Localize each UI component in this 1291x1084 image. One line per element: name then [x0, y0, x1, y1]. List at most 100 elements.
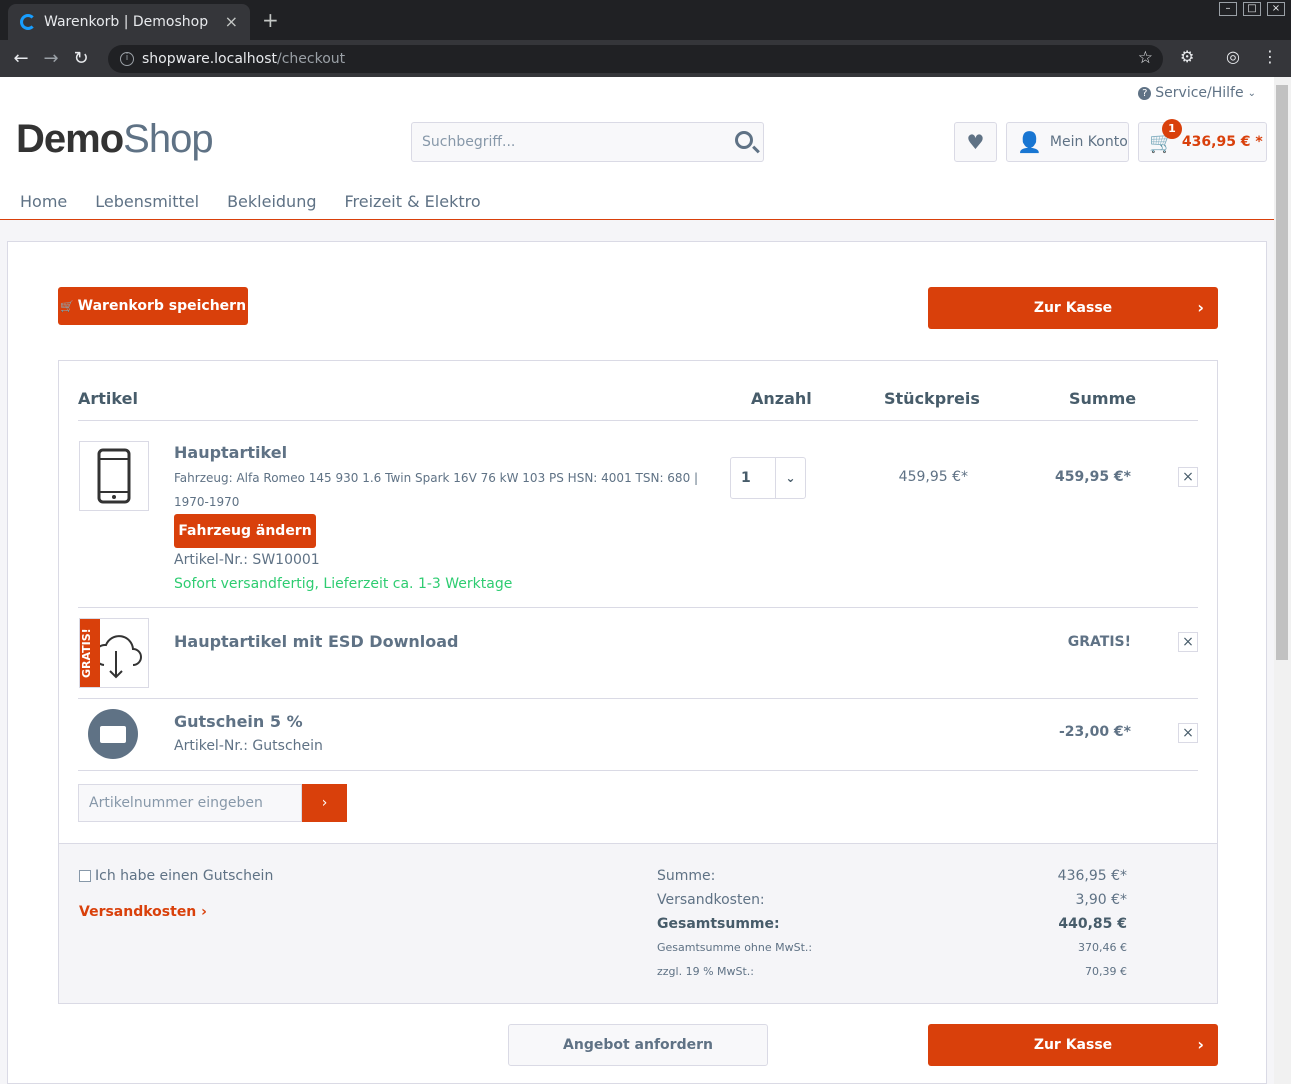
total-row: Summe: 436,95 €*	[657, 868, 1127, 884]
voucher-label: Ich habe einen Gutschein	[95, 868, 274, 884]
cart-footer: Ich habe einen Gutschein Versandkosten ›…	[59, 843, 1217, 1003]
account-button[interactable]: 👤 Mein Konto	[1006, 122, 1129, 162]
request-offer-label: Angebot anfordern	[563, 1037, 713, 1053]
remove-item-icon[interactable]: ×	[1178, 632, 1198, 652]
close-window-icon[interactable]: ×	[1267, 2, 1285, 16]
quantity-select[interactable]: 1 ⌄	[730, 457, 806, 499]
menu-dots-icon[interactable]: ⋮	[1262, 47, 1278, 66]
total-label: Summe:	[657, 868, 716, 884]
delivery-status: Sofort versandfertig, Lieferzeit ca. 1-3…	[174, 576, 513, 592]
shipping-costs-link[interactable]: Versandkosten ›	[79, 904, 207, 920]
item-sum: GRATIS!	[1067, 634, 1131, 650]
scrollbar-thumb[interactable]	[1276, 85, 1288, 660]
scrollbar[interactable]	[1274, 77, 1291, 1084]
item-sum: 459,95 €*	[1055, 469, 1131, 485]
shop-logo[interactable]: DemoShop	[16, 117, 214, 162]
save-cart-label: Warenkorb speichern	[77, 298, 247, 314]
voucher-checkbox[interactable]: Ich habe einen Gutschein	[79, 868, 273, 884]
browser-tab[interactable]: Warenkorb | Demoshop ×	[8, 4, 250, 40]
heart-icon: ♥	[966, 130, 985, 154]
nav-freizeit-elektro[interactable]: Freizeit & Elektro	[345, 192, 481, 211]
cart-button[interactable]: 🛒 436,95 € *	[1138, 122, 1267, 162]
col-price: Stückpreis	[884, 389, 980, 408]
reload-icon[interactable]: ↻	[66, 48, 96, 69]
item-title: Gutschein 5 %	[174, 712, 303, 731]
cart-small-icon: 🛒	[59, 299, 74, 313]
account-label: Mein Konto	[1049, 134, 1128, 150]
maximize-icon[interactable]: □	[1243, 2, 1261, 16]
remove-item-icon[interactable]: ×	[1178, 467, 1198, 487]
bookmark-star-icon[interactable]: ☆	[1138, 48, 1153, 68]
help-icon: ?	[1138, 86, 1152, 100]
url-host: shopware.localhost	[142, 51, 278, 67]
quantity-value: 1	[741, 470, 751, 486]
wishlist-button[interactable]: ♥	[954, 122, 997, 162]
checkout-button-top[interactable]: Zur Kasse ›	[928, 287, 1218, 329]
total-label: zzgl. 19 % MwSt.:	[657, 965, 755, 978]
chevron-down-icon: ⌄	[775, 458, 805, 498]
total-value: 440,85 €	[1058, 916, 1127, 932]
window-controls: – □ ×	[1219, 2, 1285, 16]
total-label: Versandkosten:	[657, 892, 765, 908]
add-article-button[interactable]: ›	[302, 784, 347, 822]
cart-count-badge: 1	[1162, 119, 1182, 139]
item-vehicle-years: 1970-1970	[174, 495, 240, 509]
nav-bekleidung[interactable]: Bekleidung	[227, 192, 316, 211]
change-vehicle-button[interactable]: Fahrzeug ändern	[174, 514, 316, 548]
checkout-button-bottom[interactable]: Zur Kasse ›	[928, 1024, 1218, 1066]
checkbox[interactable]	[79, 870, 91, 882]
total-value: 3,90 €*	[1075, 892, 1127, 908]
table-header: Artikel Anzahl Stückpreis Summe	[78, 389, 1198, 421]
col-sum: Summe	[1069, 389, 1137, 408]
site-info-icon[interactable]: i	[120, 52, 134, 66]
logo-demo: Demo	[16, 117, 124, 161]
extension-gear-icon[interactable]: ⚙	[1180, 47, 1194, 66]
logo-shop: Shop	[123, 117, 213, 161]
new-tab-icon[interactable]: +	[262, 8, 279, 32]
page: ? Service/Hilfe ⌄ DemoShop Suchbegriff... …	[0, 77, 1274, 1084]
article-number-placeholder: Artikelnummer eingeben	[89, 795, 263, 811]
shopware-favicon-icon	[20, 14, 36, 30]
total-label: Gesamtsumme ohne MwSt.:	[657, 941, 813, 954]
incognito-icon[interactable]: ◎	[1226, 47, 1240, 66]
browser-toolbar: ← → ↻ i shopware.localhost/checkout ☆	[0, 40, 1291, 77]
chevron-right-icon: ›	[321, 795, 328, 811]
cart-table: Artikel Anzahl Stückpreis Summe Hauptart…	[58, 360, 1218, 1004]
item-title[interactable]: Hauptartikel mit ESD Download	[174, 632, 458, 651]
item-sku: Artikel-Nr.: Gutschein	[174, 738, 323, 754]
cart-content: 🛒 Warenkorb speichern Zur Kasse › Artikel …	[7, 241, 1267, 1084]
col-article: Artikel	[78, 389, 138, 408]
search-input[interactable]: Suchbegriff...	[411, 122, 764, 162]
product-image[interactable]: GRATIS!	[79, 618, 149, 688]
chevron-right-icon: ›	[1197, 298, 1204, 317]
total-row: Gesamtsumme ohne MwSt.: 370,46 €	[657, 941, 1127, 954]
service-menu[interactable]: ? Service/Hilfe ⌄	[1138, 85, 1256, 101]
nav-lebensmittel[interactable]: Lebensmittel	[95, 192, 199, 211]
item-title[interactable]: Hauptartikel	[174, 443, 287, 462]
total-row: Versandkosten: 3,90 €*	[657, 892, 1127, 908]
request-offer-button[interactable]: Angebot anfordern	[508, 1024, 768, 1066]
chevron-down-icon: ⌄	[1247, 87, 1256, 99]
browser-tab-bar: Warenkorb | Demoshop × + – □ ×	[0, 0, 1291, 40]
total-label: Gesamtsumme:	[657, 916, 780, 932]
tab-close-icon[interactable]: ×	[225, 12, 238, 31]
shop-header: ? Service/Hilfe ⌄ DemoShop Suchbegriff... …	[0, 77, 1274, 220]
minimize-icon[interactable]: –	[1219, 2, 1237, 16]
back-arrow-icon[interactable]: ←	[6, 48, 36, 69]
table-row: GRATIS! Hauptartikel mit ESD Download GR…	[78, 608, 1198, 699]
table-row: Gutschein 5 % Artikel-Nr.: Gutschein -23…	[78, 699, 1198, 771]
remove-item-icon[interactable]: ×	[1178, 723, 1198, 743]
forward-arrow-icon[interactable]: →	[36, 48, 66, 69]
article-number-input[interactable]: Artikelnummer eingeben	[78, 784, 302, 822]
search-icon[interactable]	[735, 131, 753, 149]
chevron-right-icon: ›	[1197, 1035, 1204, 1054]
product-image[interactable]	[79, 441, 149, 511]
main-nav: Home Lebensmittel Bekleidung Freizeit & …	[20, 192, 481, 211]
item-sku: Artikel-Nr.: SW10001	[174, 552, 320, 568]
item-vehicle: Fahrzeug: Alfa Romeo 145 930 1.6 Twin Sp…	[174, 471, 699, 485]
nav-home[interactable]: Home	[20, 192, 67, 211]
change-vehicle-label: Fahrzeug ändern	[178, 523, 312, 539]
service-label: Service/Hilfe	[1155, 85, 1244, 101]
save-cart-button[interactable]: 🛒 Warenkorb speichern	[58, 287, 248, 325]
address-bar[interactable]: i shopware.localhost/checkout ☆	[108, 45, 1163, 73]
